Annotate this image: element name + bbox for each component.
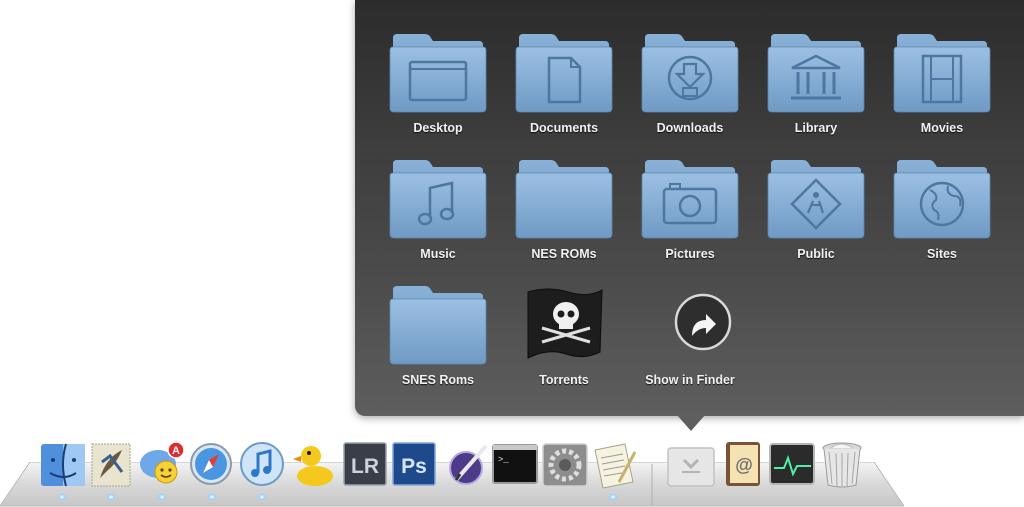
library-folder-icon — [766, 32, 866, 114]
mail-icon[interactable] — [86, 438, 136, 490]
stack-item-label: Downloads — [656, 121, 724, 135]
stack-item-label: Movies — [920, 121, 964, 135]
stack-item-movies[interactable]: Movies — [879, 32, 1005, 152]
terminal-icon[interactable]: >_ — [490, 438, 540, 490]
running-indicator-textedit — [609, 494, 617, 500]
pen-app-icon[interactable] — [442, 438, 492, 490]
lightroom-icon[interactable]: LR — [340, 438, 390, 490]
movies-folder-icon — [892, 32, 992, 114]
stack-item-label: Library — [794, 121, 838, 135]
lightroom-label: LR — [351, 455, 379, 478]
pirate-flag-icon — [514, 284, 614, 366]
pictures-folder-icon — [640, 158, 740, 240]
finder-icon[interactable] — [38, 438, 88, 490]
show-in-finder-button[interactable]: Show in Finder — [627, 284, 753, 404]
stack-item-sites[interactable]: Sites — [879, 158, 1005, 278]
stack-item-torrents[interactable]: Torrents — [501, 284, 627, 404]
running-indicator-finder — [58, 494, 66, 500]
trash-icon[interactable] — [817, 438, 867, 490]
running-indicator-safari — [208, 494, 216, 500]
svg-text:>_: >_ — [498, 455, 509, 465]
stack-item-label: NES ROMs — [531, 247, 597, 261]
adium-icon[interactable]: A — [136, 438, 186, 490]
safari-icon[interactable] — [186, 438, 236, 490]
stack-item-pictures[interactable]: Pictures — [627, 158, 753, 278]
stack-item-label: Public — [797, 247, 835, 261]
stack-item-label: SNES Roms — [401, 373, 475, 387]
downloads-stack-icon[interactable] — [666, 438, 716, 490]
itunes-icon[interactable] — [237, 438, 287, 490]
downloads-folder-icon — [640, 32, 740, 114]
activity-monitor-icon[interactable] — [767, 438, 817, 490]
stack-item-label: Sites — [927, 247, 957, 261]
stack-item-snes-roms[interactable]: SNES Roms — [375, 284, 501, 404]
running-indicator-adium — [158, 494, 166, 500]
cyberduck-icon[interactable] — [289, 438, 339, 490]
show-in-finder-icon — [640, 284, 740, 366]
stack-item-label: Music — [420, 247, 456, 261]
stack-item-desktop[interactable]: Desktop — [375, 32, 501, 152]
system-preferences-icon[interactable] — [540, 438, 590, 490]
sites-folder-icon — [892, 158, 992, 240]
stack-pointer-arrow — [677, 415, 705, 431]
running-indicator-mail — [107, 494, 115, 500]
photoshop-label: Ps — [401, 455, 427, 478]
stack-item-downloads[interactable]: Downloads — [627, 32, 753, 152]
folder-icon — [514, 158, 614, 240]
adium-badge: A — [172, 445, 180, 457]
folder-icon — [388, 284, 488, 366]
address-book-icon[interactable]: @ — [718, 438, 768, 490]
running-indicator-itunes — [258, 494, 266, 500]
desktop-folder-icon — [388, 32, 488, 114]
documents-folder-icon — [514, 32, 614, 114]
public-folder-icon — [766, 158, 866, 240]
stack-item-public[interactable]: Public — [753, 158, 879, 278]
stack-item-music[interactable]: Music — [375, 158, 501, 278]
photoshop-icon[interactable]: Ps — [389, 438, 439, 490]
stack-item-nes-roms[interactable]: NES ROMs — [501, 158, 627, 278]
stack-item-label: Documents — [529, 121, 599, 135]
music-folder-icon — [388, 158, 488, 240]
stack-item-documents[interactable]: Documents — [501, 32, 627, 152]
stack-item-label: Desktop — [413, 121, 463, 135]
svg-text:@: @ — [735, 455, 753, 475]
stack-item-library[interactable]: Library — [753, 32, 879, 152]
stack-item-label: Show in Finder — [645, 373, 735, 387]
stack-item-label: Torrents — [539, 373, 589, 387]
textedit-icon[interactable] — [589, 438, 639, 490]
stack-item-label: Pictures — [665, 247, 715, 261]
